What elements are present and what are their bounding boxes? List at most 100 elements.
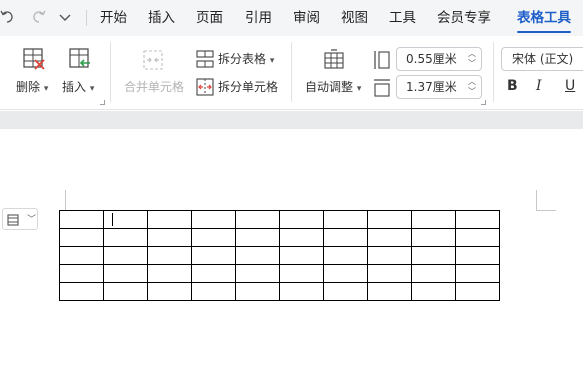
tab-tools[interactable]: 工具 xyxy=(389,9,416,27)
delete-label: 删除 xyxy=(16,80,41,94)
merge-cells-button[interactable]: 合并单元格 xyxy=(124,79,184,95)
table-row xyxy=(59,246,500,265)
table-handle[interactable]: ﹀ xyxy=(2,208,38,230)
table-cell[interactable] xyxy=(411,210,456,229)
split-table-label: 拆分表格 xyxy=(218,52,267,66)
table-cell[interactable] xyxy=(235,228,280,247)
delete-table-icon[interactable] xyxy=(22,47,46,75)
group-separator xyxy=(110,42,111,102)
tab-member[interactable]: 会员专享 xyxy=(437,9,491,27)
group-expand-icon[interactable] xyxy=(481,100,486,105)
split-table-button[interactable]: 拆分表格 ▾ xyxy=(218,51,274,69)
table-cell[interactable] xyxy=(191,246,236,265)
group-separator xyxy=(291,42,292,102)
table-cell[interactable] xyxy=(147,228,192,247)
tab-page[interactable]: 页面 xyxy=(196,9,223,27)
autofit-button[interactable]: 自动调整 ▾ xyxy=(305,79,361,97)
row-height-icon xyxy=(373,50,391,74)
table-cell[interactable] xyxy=(367,228,412,247)
table-cell[interactable] xyxy=(59,282,104,301)
table-cell[interactable] xyxy=(455,210,500,229)
autofit-label: 自动调整 xyxy=(305,80,354,94)
table-cell[interactable] xyxy=(411,228,456,247)
table-cell[interactable] xyxy=(323,210,368,229)
font-name-select[interactable]: 宋体 (正文) xyxy=(501,47,583,71)
table-cell[interactable] xyxy=(147,282,192,301)
table-cell[interactable] xyxy=(367,282,412,301)
text-cursor xyxy=(112,213,113,226)
table-cell[interactable] xyxy=(147,264,192,283)
table-cell[interactable] xyxy=(59,246,104,265)
delete-button[interactable]: 删除 ▾ xyxy=(16,79,48,97)
split-cells-button[interactable]: 拆分单元格 xyxy=(218,79,278,95)
insert-table-icon[interactable] xyxy=(68,47,92,75)
table-cell[interactable] xyxy=(279,246,324,265)
tab-review[interactable]: 审阅 xyxy=(293,9,320,27)
stepper-arrows-icon[interactable]: ︿ ﹀ xyxy=(468,77,476,97)
table-cell[interactable] xyxy=(323,264,368,283)
table-cell[interactable] xyxy=(235,282,280,301)
tab-table-tools[interactable]: 表格工具 xyxy=(517,9,571,27)
table-cell[interactable] xyxy=(323,282,368,301)
merge-cells-icon xyxy=(142,49,164,75)
table-cell[interactable] xyxy=(191,264,236,283)
tab-home[interactable]: 开始 xyxy=(100,9,127,27)
table-cell[interactable] xyxy=(103,282,148,301)
table-cell[interactable] xyxy=(323,228,368,247)
table-cell[interactable] xyxy=(235,264,280,283)
tab-references[interactable]: 引用 xyxy=(245,9,272,27)
underline-button[interactable]: U xyxy=(565,77,575,95)
table-cell[interactable] xyxy=(191,228,236,247)
table-cell[interactable] xyxy=(103,264,148,283)
table-cell[interactable] xyxy=(59,264,104,283)
table-cell[interactable] xyxy=(191,282,236,301)
row-height-stepper[interactable]: 0.55厘米 ︿ ﹀ xyxy=(396,47,482,71)
split-table-icon[interactable] xyxy=(196,50,214,72)
table-cell[interactable] xyxy=(147,210,192,229)
active-tab-indicator xyxy=(517,31,571,33)
table-cell[interactable] xyxy=(455,246,500,265)
table-cell[interactable] xyxy=(147,246,192,265)
table-cell[interactable] xyxy=(235,210,280,229)
table-cell[interactable] xyxy=(323,246,368,265)
redo-icon[interactable] xyxy=(31,8,47,32)
table-icon xyxy=(6,212,20,231)
table-cell[interactable] xyxy=(103,246,148,265)
table-cell[interactable] xyxy=(367,210,412,229)
table-cell[interactable] xyxy=(191,210,236,229)
table-row xyxy=(59,210,500,229)
table-cell[interactable] xyxy=(455,228,500,247)
table-cell[interactable] xyxy=(59,228,104,247)
table-cell[interactable] xyxy=(103,228,148,247)
table-cell[interactable] xyxy=(59,210,104,229)
table-cell[interactable] xyxy=(455,282,500,301)
table-cell[interactable] xyxy=(411,282,456,301)
table-cell[interactable] xyxy=(279,264,324,283)
undo-icon[interactable] xyxy=(0,8,16,32)
column-width-stepper[interactable]: 1.37厘米 ︿ ﹀ xyxy=(396,75,482,99)
caret-down-icon: ▾ xyxy=(89,84,95,94)
document-table[interactable] xyxy=(59,210,500,301)
table-cell[interactable] xyxy=(279,228,324,247)
table-cell[interactable] xyxy=(279,210,324,229)
chevron-down-icon[interactable] xyxy=(58,8,72,32)
table-cell[interactable] xyxy=(367,264,412,283)
table-cell[interactable] xyxy=(455,264,500,283)
italic-button[interactable]: I xyxy=(536,77,542,95)
tab-view[interactable]: 视图 xyxy=(341,9,368,27)
table-cell[interactable] xyxy=(411,246,456,265)
caret-down-icon: ▾ xyxy=(43,84,49,94)
table-cell[interactable] xyxy=(235,246,280,265)
group-expand-icon[interactable] xyxy=(100,100,105,105)
stepper-arrows-icon[interactable]: ︿ ﹀ xyxy=(468,49,476,69)
split-cells-icon[interactable] xyxy=(196,78,214,100)
autofit-table-icon[interactable] xyxy=(323,49,345,75)
bold-button[interactable]: B xyxy=(507,77,518,95)
tab-insert[interactable]: 插入 xyxy=(148,9,175,27)
table-cell[interactable] xyxy=(279,282,324,301)
table-cell[interactable] xyxy=(103,210,148,229)
table-cell[interactable] xyxy=(411,264,456,283)
table-cell[interactable] xyxy=(367,246,412,265)
insert-button[interactable]: 插入 ▾ xyxy=(62,79,94,97)
table-row xyxy=(59,264,500,283)
